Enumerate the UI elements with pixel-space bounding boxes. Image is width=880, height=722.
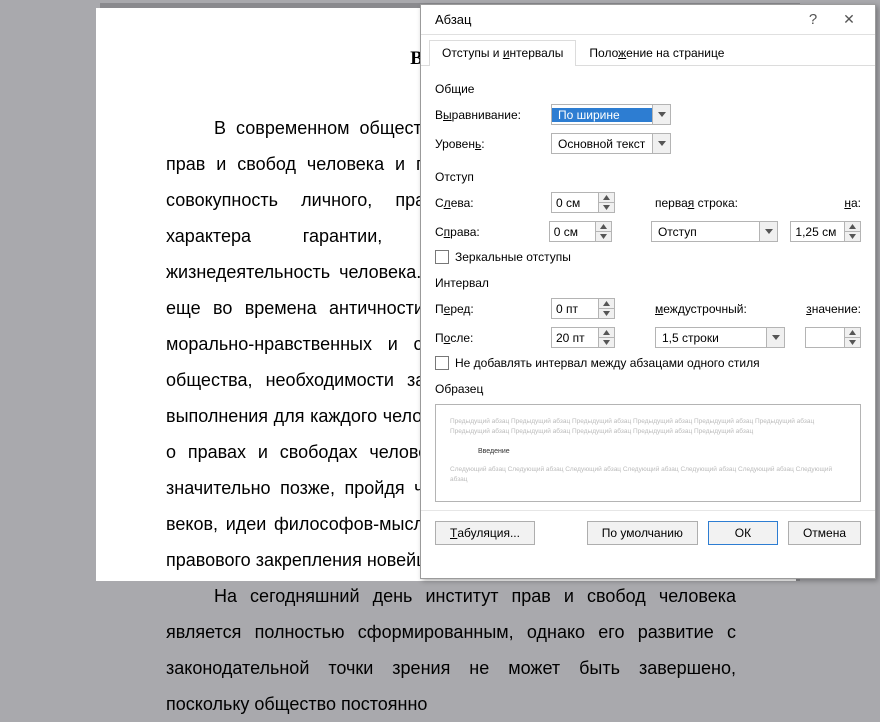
spin-up-icon[interactable] — [599, 299, 614, 308]
tab-indents-spacing[interactable]: Отступы и интервалы — [429, 40, 576, 66]
label-right-indent: Справа: — [435, 225, 543, 239]
chevron-down-icon[interactable] — [759, 222, 777, 241]
chevron-down-icon[interactable] — [652, 134, 670, 153]
tabs-button[interactable]: Табуляция... — [435, 521, 535, 545]
tab-strip: Отступы и интервалы Положение на страниц… — [421, 39, 875, 66]
spin-down-icon[interactable] — [596, 231, 611, 241]
spin-up-icon[interactable] — [599, 193, 614, 202]
label-first-line: первая строка: — [655, 196, 785, 210]
label-level: Уровень: — [435, 137, 545, 151]
preview-prev-text: Предыдущий абзац Предыдущий абзац Предыд… — [450, 417, 846, 438]
preview-next-text: Следующий абзац Следующий абзац Следующи… — [450, 465, 846, 486]
spin-down-icon[interactable] — [599, 308, 614, 318]
line-value-spin[interactable] — [805, 327, 861, 348]
tab-page-position[interactable]: Положение на странице — [576, 40, 737, 66]
spin-down-icon[interactable] — [599, 337, 614, 347]
ok-button[interactable]: ОК — [708, 521, 778, 545]
group-preview: Образец — [435, 382, 861, 396]
group-general: Общие — [435, 82, 861, 96]
label-value: значение: — [806, 302, 861, 316]
spin-up-icon[interactable] — [596, 222, 611, 231]
spin-down-icon[interactable] — [845, 231, 860, 241]
before-spin[interactable]: 0 пт — [551, 298, 615, 319]
close-button[interactable]: ✕ — [831, 11, 867, 28]
spin-up-icon[interactable] — [845, 222, 860, 231]
dialog-title: Абзац — [435, 12, 795, 27]
chevron-down-icon[interactable] — [766, 328, 784, 347]
preview-sample-text: Введение — [478, 446, 846, 457]
alignment-combo[interactable]: По ширине — [551, 104, 671, 125]
right-indent-spin[interactable]: 0 см — [549, 221, 612, 242]
paragraph-dialog: Абзац ? ✕ Отступы и интервалы Положение … — [420, 4, 876, 579]
spin-up-icon[interactable] — [845, 328, 860, 337]
label-line-spacing: междустрочный: — [655, 302, 785, 316]
spin-up-icon[interactable] — [599, 328, 614, 337]
chevron-down-icon[interactable] — [652, 105, 670, 124]
after-spin[interactable]: 20 пт — [551, 327, 615, 348]
help-button[interactable]: ? — [795, 11, 831, 28]
button-row: Табуляция... По умолчанию ОК Отмена — [421, 511, 875, 557]
cancel-button[interactable]: Отмена — [788, 521, 861, 545]
dialog-titlebar: Абзац ? ✕ — [421, 5, 875, 35]
group-spacing: Интервал — [435, 276, 861, 290]
group-indent: Отступ — [435, 170, 861, 184]
no-same-style-checkbox[interactable]: Не добавлять интервал между абзацами одн… — [435, 356, 760, 370]
label-alignment: Выравнивание: — [435, 108, 545, 122]
mirror-indents-checkbox[interactable]: Зеркальные отступы — [435, 250, 571, 264]
spin-down-icon[interactable] — [599, 202, 614, 212]
default-button[interactable]: По умолчанию — [587, 521, 698, 545]
doc-paragraph: На сегодняшний день институт прав и своб… — [166, 578, 736, 722]
label-left-indent: Слева: — [435, 196, 545, 210]
label-after: После: — [435, 331, 545, 345]
level-combo[interactable]: Основной текст — [551, 133, 671, 154]
left-indent-spin[interactable]: 0 см — [551, 192, 615, 213]
line-spacing-combo[interactable]: 1,5 строки — [655, 327, 785, 348]
preview-box: Предыдущий абзац Предыдущий абзац Предыд… — [435, 404, 861, 502]
label-by: на: — [844, 196, 861, 210]
first-line-combo[interactable]: Отступ — [651, 221, 778, 242]
first-line-by-spin[interactable]: 1,25 см — [790, 221, 861, 242]
label-before: Перед: — [435, 302, 545, 316]
spin-down-icon[interactable] — [845, 337, 860, 347]
